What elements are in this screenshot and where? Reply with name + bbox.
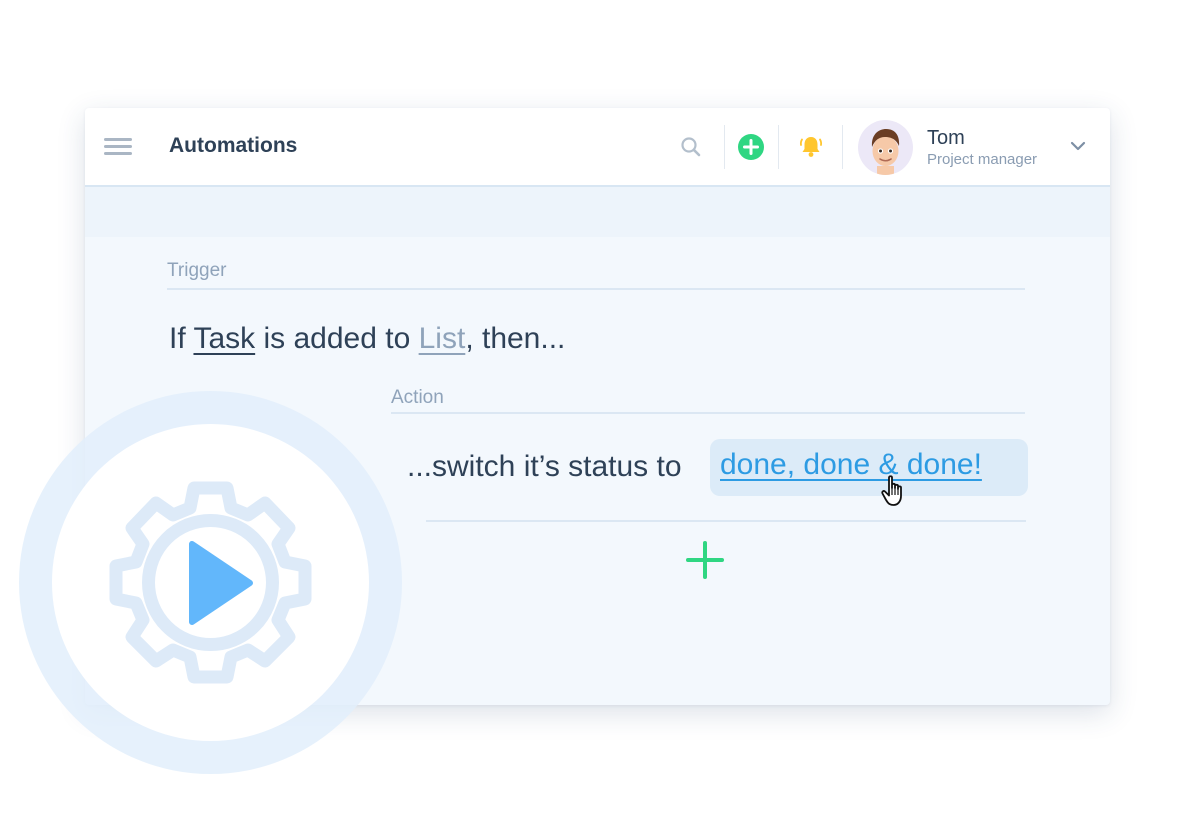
gear-play-icon (109, 481, 312, 684)
trigger-prefix: If (169, 322, 186, 355)
user-name: Tom (927, 127, 965, 149)
user-role: Project manager (927, 151, 1038, 168)
chevron-down-icon[interactable] (1068, 138, 1088, 154)
divider (778, 125, 779, 169)
search-icon[interactable] (677, 133, 705, 161)
trigger-sentence: If Task is added to List, then... (169, 322, 565, 356)
action-bottom-divider (426, 520, 1026, 522)
status-value-link[interactable]: done, done & done! (720, 448, 982, 482)
trigger-label: Trigger (167, 260, 227, 281)
trigger-middle: is added to (263, 322, 411, 355)
divider (842, 125, 843, 169)
add-action-plus-icon[interactable] (685, 540, 725, 580)
avatar[interactable] (858, 120, 913, 175)
trigger-suffix: , then... (465, 322, 566, 355)
trigger-target-token[interactable]: List (419, 322, 466, 355)
plus-circle-icon[interactable] (737, 133, 765, 161)
page-title: Automations (169, 134, 298, 157)
hand-cursor-icon (881, 475, 902, 506)
action-divider (391, 412, 1025, 414)
top-bar: Automations Tom Project manager (85, 108, 1110, 187)
hamburger-icon[interactable] (104, 138, 132, 156)
divider (724, 125, 725, 169)
toolbar-band (85, 187, 1110, 237)
trigger-divider (167, 288, 1025, 290)
bell-icon[interactable] (797, 133, 825, 161)
action-prefix: ...switch it’s status to (407, 450, 682, 483)
action-label: Action (391, 387, 444, 408)
trigger-subject-token[interactable]: Task (193, 322, 255, 355)
